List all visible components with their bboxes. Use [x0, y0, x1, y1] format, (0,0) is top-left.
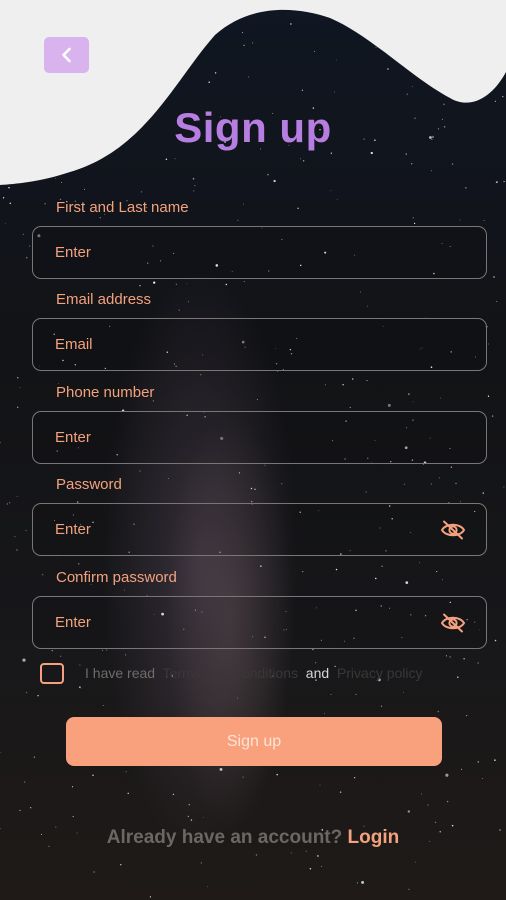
- terms-checkbox[interactable]: [40, 663, 64, 684]
- confirm-password-label: Confirm password: [56, 569, 177, 586]
- first-last-name-field-box: [32, 226, 487, 279]
- confirm-password-input[interactable]: [55, 597, 435, 648]
- eye-off-icon[interactable]: [440, 612, 466, 634]
- email-field-box: [32, 318, 487, 371]
- password-input[interactable]: [55, 504, 435, 555]
- phone-number-label: Phone number: [56, 384, 155, 401]
- login-link[interactable]: Login: [348, 827, 400, 848]
- page-title: Sign up: [174, 104, 332, 151]
- email-input[interactable]: [55, 319, 435, 370]
- password-field-box: [32, 503, 487, 556]
- terms-prefix: I have read: [85, 665, 156, 681]
- privacy-policy-link[interactable]: Privacy policy: [337, 665, 423, 681]
- sign-up-button[interactable]: Sign up: [66, 717, 442, 766]
- top-wave-shape: [0, 0, 506, 185]
- login-prompt: Already have an account? Login: [0, 827, 506, 849]
- first-last-name-input[interactable]: [55, 227, 435, 278]
- phone-number-field-box: [32, 411, 487, 464]
- password-label: Password: [56, 476, 122, 493]
- back-button[interactable]: [44, 37, 89, 73]
- terms-text: I have read Terms and Conditions and Pri…: [85, 665, 423, 681]
- first-last-name-label: First and Last name: [56, 199, 189, 216]
- terms-and-word: and: [305, 665, 330, 681]
- phone-number-input[interactable]: [55, 412, 435, 463]
- email-address-label: Email address: [56, 291, 152, 308]
- eye-off-icon[interactable]: [440, 519, 466, 541]
- login-prompt-text: Already have an account?: [106, 827, 343, 848]
- confirm-password-field-box: [32, 596, 487, 649]
- chevron-left-icon: [61, 47, 71, 63]
- terms-and-conditions-link[interactable]: Terms and Conditions: [163, 665, 298, 681]
